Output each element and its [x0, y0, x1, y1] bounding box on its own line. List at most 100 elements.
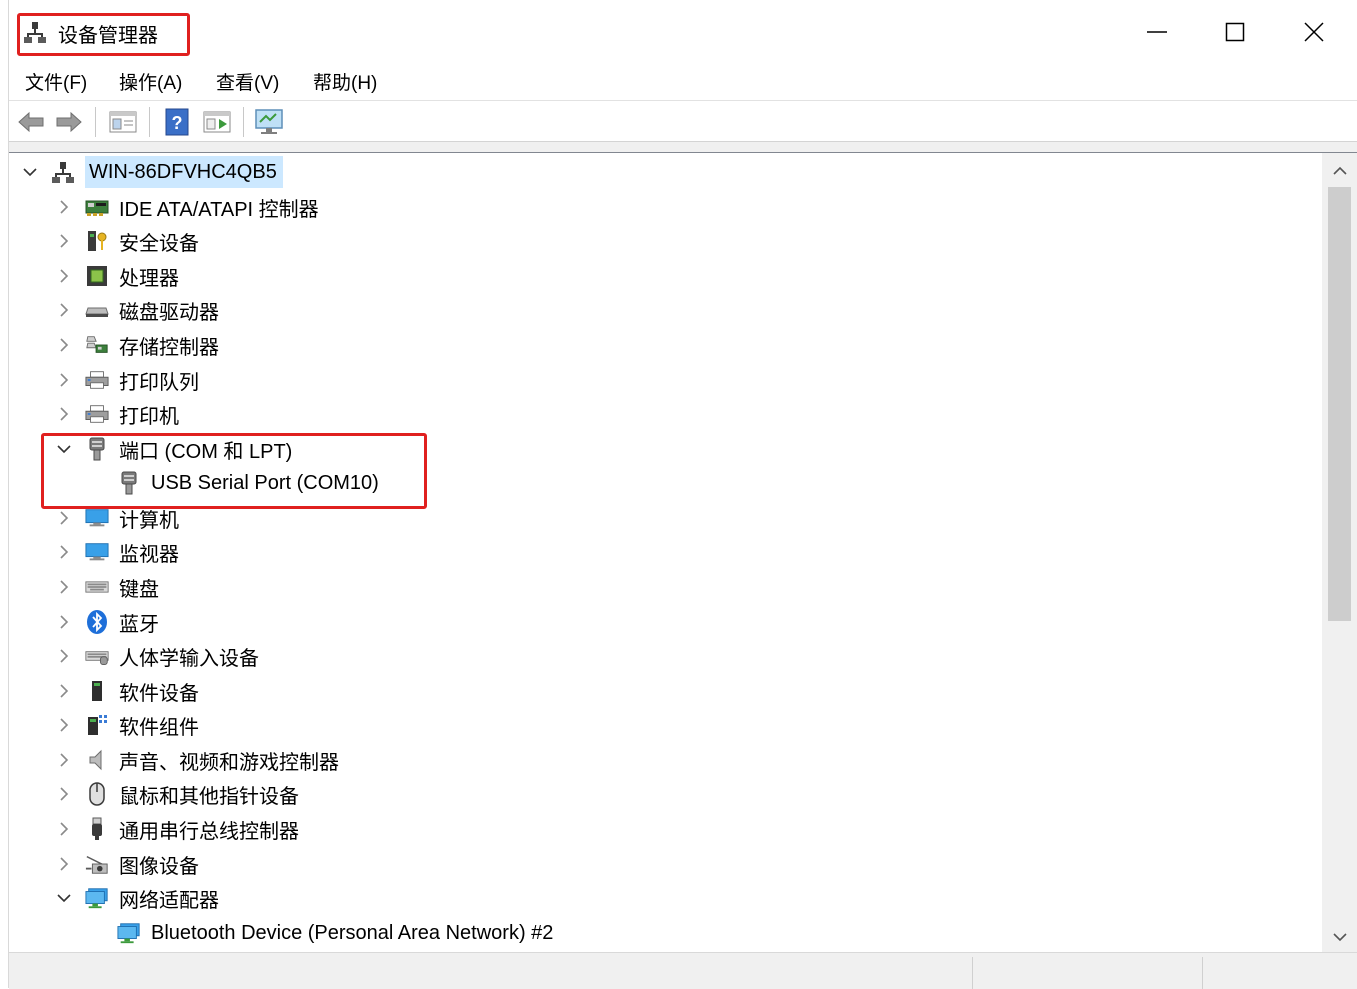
tree-item-label: 监视器: [119, 543, 179, 566]
tree-item-imaging[interactable]: 图像设备: [55, 847, 199, 881]
menu-bar: 文件(F) 操作(A) 查看(V) 帮助(H): [9, 64, 1357, 101]
svg-text:?: ?: [172, 113, 183, 133]
tree-item-disk[interactable]: 磁盘驱动器: [55, 293, 219, 327]
tree-item-label: 存储控制器: [119, 336, 219, 359]
scroll-down-icon[interactable]: [1330, 927, 1350, 947]
window-left-edge: [0, 0, 9, 988]
tree-item-mouse[interactable]: 鼠标和其他指针设备: [55, 777, 299, 811]
tree-item-label: 打印机: [119, 405, 179, 428]
status-divider: [1202, 957, 1203, 989]
tree-item-software-component[interactable]: 软件组件: [55, 708, 199, 742]
ide-controller-icon: [85, 195, 109, 219]
help-icon[interactable]: ?: [161, 107, 193, 137]
scroll-up-icon[interactable]: [1330, 161, 1350, 181]
tree-item-processor[interactable]: 处理器: [55, 259, 179, 293]
tree-item-label: 软件组件: [119, 716, 199, 739]
menu-help[interactable]: 帮助(H): [313, 68, 377, 95]
monitor-icon: [85, 540, 109, 564]
chevron-right-icon[interactable]: [55, 371, 73, 389]
tree-item-label: 键盘: [119, 578, 159, 601]
chevron-right-icon[interactable]: [55, 301, 73, 319]
hid-icon: [85, 644, 109, 668]
forward-arrow-icon[interactable]: [53, 107, 85, 137]
menu-view[interactable]: 查看(V): [216, 68, 279, 95]
tree-item-hid[interactable]: 人体学输入设备: [55, 639, 259, 673]
tree-item-label: 磁盘驱动器: [119, 301, 219, 324]
tree-item-bluetooth[interactable]: 蓝牙: [55, 605, 159, 639]
tree-item-print-queue[interactable]: 打印队列: [55, 363, 199, 397]
tree-item-software-device[interactable]: 软件设备: [55, 674, 199, 708]
chevron-right-icon[interactable]: [55, 198, 73, 216]
tree-item-label: 图像设备: [119, 855, 199, 878]
tree-item-storage[interactable]: 存储控制器: [55, 328, 219, 362]
tree-item-label: 蓝牙: [119, 613, 159, 636]
chevron-right-icon[interactable]: [55, 820, 73, 838]
tree-item-printer[interactable]: 打印机: [55, 397, 179, 431]
tree-item-network[interactable]: 网络适配器: [55, 881, 219, 915]
tree-item-monitor[interactable]: 监视器: [55, 535, 179, 569]
chevron-right-icon[interactable]: [55, 855, 73, 873]
status-divider: [972, 957, 973, 989]
properties-icon[interactable]: [107, 107, 139, 137]
chevron-right-icon[interactable]: [55, 751, 73, 769]
minimize-button[interactable]: [1127, 12, 1187, 52]
chevron-right-icon[interactable]: [55, 336, 73, 354]
chevron-right-icon[interactable]: [55, 232, 73, 250]
close-button[interactable]: [1284, 12, 1344, 52]
tree-item-label: 软件设备: [119, 682, 199, 705]
tree-item-label: 通用串行总线控制器: [119, 820, 299, 843]
maximize-button[interactable]: [1205, 12, 1265, 52]
toolbar: ?: [9, 101, 1357, 142]
bluetooth-icon: [85, 610, 109, 634]
chevron-right-icon[interactable]: [55, 613, 73, 631]
chevron-right-icon[interactable]: [55, 578, 73, 596]
tree-item-bluetooth-pan[interactable]: Bluetooth Device (Personal Area Network)…: [117, 916, 553, 950]
toolbar-separator: [95, 107, 96, 137]
network-adapter-icon: [117, 921, 141, 945]
chevron-right-icon[interactable]: [55, 405, 73, 423]
tree-item-label: Bluetooth Device (Personal Area Network)…: [151, 921, 554, 944]
chevron-right-icon[interactable]: [55, 682, 73, 700]
ports-highlight-box: [41, 433, 427, 509]
chevron-right-icon[interactable]: [55, 267, 73, 285]
network-adapter-icon: [85, 886, 109, 910]
print-queue-icon: [85, 368, 109, 392]
chevron-right-icon[interactable]: [55, 785, 73, 803]
title-highlight-box: [17, 13, 190, 56]
menu-file[interactable]: 文件(F): [25, 68, 87, 95]
back-arrow-icon[interactable]: [15, 107, 47, 137]
toolbar-content-gap: [9, 142, 1357, 152]
scrollbar-thumb[interactable]: [1328, 187, 1351, 621]
software-component-icon: [85, 713, 109, 737]
disk-drive-icon: [85, 298, 109, 322]
chevron-down-icon[interactable]: [55, 889, 73, 907]
tree-root[interactable]: WIN-86DFVHC4QB5: [21, 155, 283, 189]
vertical-scrollbar[interactable]: [1322, 152, 1357, 953]
chevron-right-icon[interactable]: [55, 647, 73, 665]
processor-icon: [85, 264, 109, 288]
tree-item-label: 声音、视频和游戏控制器: [119, 751, 339, 774]
software-device-icon: [85, 679, 109, 703]
run-icon[interactable]: [201, 107, 233, 137]
monitor-scan-icon[interactable]: [253, 107, 285, 137]
tree-item-sound[interactable]: 声音、视频和游戏控制器: [55, 743, 339, 777]
chevron-down-icon[interactable]: [21, 163, 39, 181]
tree-item-usb[interactable]: 通用串行总线控制器: [55, 812, 299, 846]
tree-item-security[interactable]: 安全设备: [55, 224, 199, 258]
tree-item-label: IDE ATA/ATAPI 控制器: [119, 198, 319, 221]
toolbar-separator: [149, 107, 150, 137]
title-bar: 设备管理器: [9, 0, 1357, 64]
speaker-icon: [85, 748, 109, 772]
tree-item-label: 处理器: [119, 267, 179, 290]
computer-root-icon: [51, 160, 75, 184]
storage-controller-icon: [85, 333, 109, 357]
chevron-right-icon[interactable]: [55, 509, 73, 527]
tree-item-keyboard[interactable]: 键盘: [55, 570, 159, 604]
tree-root-label[interactable]: WIN-86DFVHC4QB5: [85, 156, 283, 188]
chevron-right-icon[interactable]: [55, 543, 73, 561]
security-device-icon: [85, 229, 109, 253]
imaging-device-icon: [85, 852, 109, 876]
tree-item-ide[interactable]: IDE ATA/ATAPI 控制器: [55, 190, 319, 224]
menu-action[interactable]: 操作(A): [119, 68, 182, 95]
chevron-right-icon[interactable]: [55, 716, 73, 734]
